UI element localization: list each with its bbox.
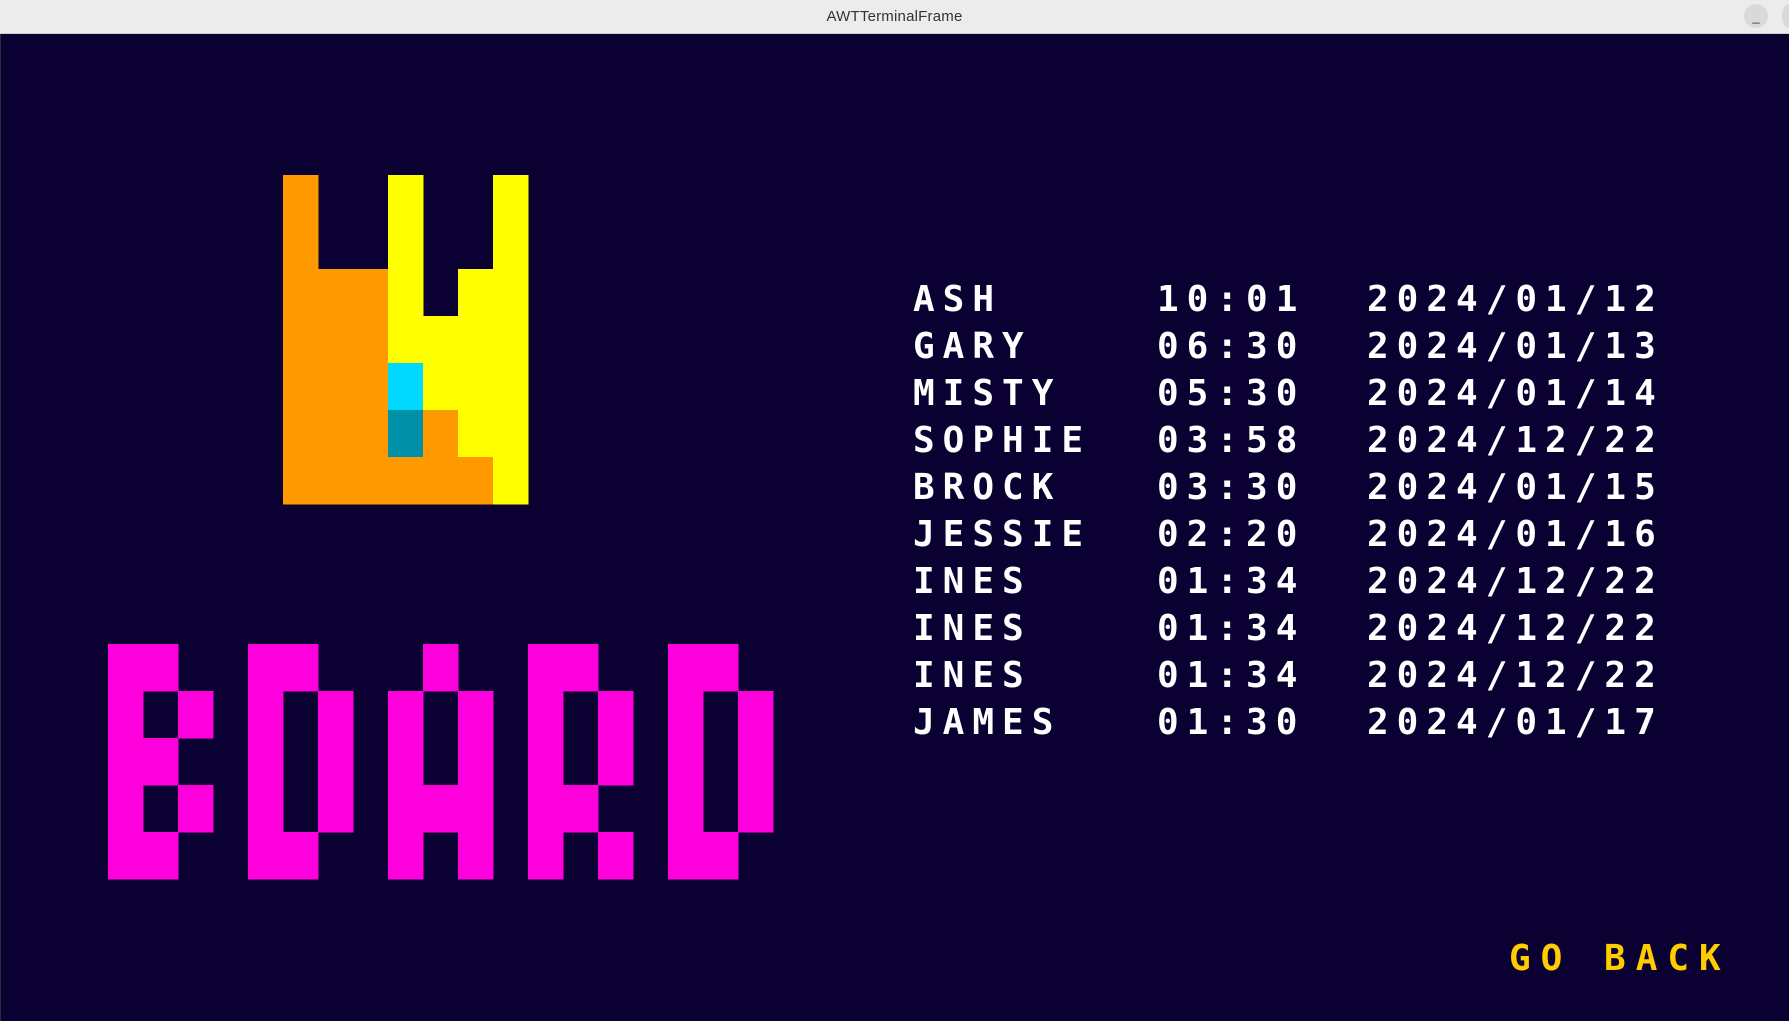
score-time: 01:34 — [1157, 655, 1306, 696]
player-name: SOPHIE — [913, 420, 1092, 461]
board-letter-pixel — [598, 738, 634, 786]
score-row: MISTY 05:30 2024/01/14 — [913, 370, 1727, 417]
board-letter-pixel — [108, 785, 144, 833]
window-title: AWTTerminalFrame — [826, 8, 963, 25]
board-letter-pixel — [703, 832, 739, 880]
board-letter-pixel — [388, 832, 424, 880]
board-letter-pixel — [143, 644, 179, 692]
board-letter-pixel — [738, 691, 774, 739]
score-row: SOPHIE 03:58 2024/12/22 — [913, 417, 1727, 464]
board-letter-pixel — [178, 691, 214, 739]
board-letter-pixel — [528, 738, 564, 786]
score-row: INES 01:34 2024/12/22 — [913, 605, 1727, 652]
board-letter-pixel — [668, 691, 704, 739]
maximize-button[interactable] — [1782, 4, 1789, 28]
board-letter-pixel — [248, 738, 284, 786]
player-name: INES — [913, 608, 1032, 649]
go-back-button[interactable]: GO BACK — [1509, 938, 1731, 979]
score-time: 03:30 — [1157, 467, 1306, 508]
player-name: MISTY — [913, 373, 1062, 414]
board-letter-pixel — [458, 785, 494, 833]
score-time: 01:34 — [1157, 561, 1306, 602]
player-name: INES — [913, 655, 1032, 696]
board-letter-pixel — [283, 832, 319, 880]
board-letter-pixel — [248, 785, 284, 833]
board-letter-pixel — [178, 785, 214, 833]
board-letter-pixel — [423, 644, 459, 692]
board-letter-pixel — [528, 644, 564, 692]
board-letter-pixel — [668, 785, 704, 833]
board-letter-pixel — [108, 832, 144, 880]
score-row: BROCK 03:30 2024/01/15 — [913, 464, 1727, 511]
score-time: 10:01 — [1157, 279, 1306, 320]
board-letter-pixel — [528, 691, 564, 739]
board-letter-pixel — [248, 691, 284, 739]
board-letter-pixel — [668, 644, 704, 692]
player-name: JAMES — [913, 702, 1062, 743]
score-time: 06:30 — [1157, 326, 1306, 367]
board-letter-pixel — [668, 832, 704, 880]
score-time: 01:30 — [1157, 702, 1306, 743]
score-date: 2024/01/13 — [1367, 326, 1664, 367]
board-letter-pixel — [738, 738, 774, 786]
score-date: 2024/12/22 — [1367, 608, 1664, 649]
board-letter-pixel — [598, 832, 634, 880]
player-name: BROCK — [913, 467, 1062, 508]
board-letter-pixel — [108, 644, 144, 692]
board-letter-pixel — [248, 832, 284, 880]
score-time: 05:30 — [1157, 373, 1306, 414]
board-letter-pixel — [458, 738, 494, 786]
player-name: INES — [913, 561, 1032, 602]
score-time: 02:20 — [1157, 514, 1306, 555]
score-row: GARY 06:30 2024/01/13 — [913, 323, 1727, 370]
player-name: GARY — [913, 326, 1032, 367]
minimize-button[interactable]: _ — [1744, 4, 1768, 28]
board-letter-pixel — [458, 832, 494, 880]
score-row: JAMES 01:30 2024/01/17 — [913, 699, 1727, 746]
score-date: 2024/12/22 — [1367, 420, 1664, 461]
score-date: 2024/01/14 — [1367, 373, 1664, 414]
board-letter-pixel — [318, 691, 354, 739]
board-letter-pixel — [143, 738, 179, 786]
score-row: JESSIE 02:20 2024/01/16 — [913, 511, 1727, 558]
board-letter-pixel — [703, 644, 739, 692]
board-letter-pixel — [318, 738, 354, 786]
score-row: INES 01:34 2024/12/22 — [913, 558, 1727, 605]
minimize-icon: _ — [1752, 8, 1760, 24]
score-date: 2024/12/22 — [1367, 561, 1664, 602]
score-date: 2024/01/12 — [1367, 279, 1664, 320]
board-letter-pixel — [108, 738, 144, 786]
board-letter-pixel — [528, 785, 564, 833]
player-name: ASH — [913, 279, 1003, 320]
board-letter-pixel — [668, 738, 704, 786]
player-name: JESSIE — [913, 514, 1092, 555]
board-letter-pixel — [458, 691, 494, 739]
board-letter-pixel — [143, 832, 179, 880]
board-letter-pixel — [283, 644, 319, 692]
board-letter-pixel — [248, 644, 284, 692]
title-bar: AWTTerminalFrame _ — [0, 0, 1789, 34]
board-letter-pixel — [108, 691, 144, 739]
score-time: 01:34 — [1157, 608, 1306, 649]
score-row: ASH 10:01 2024/01/12 — [913, 276, 1727, 323]
board-letter-pixel — [388, 691, 424, 739]
score-time: 03:58 — [1157, 420, 1306, 461]
board-letter-pixel — [388, 785, 424, 833]
board-letter-pixel — [563, 785, 599, 833]
board-letter-pixel — [423, 785, 459, 833]
board-letter-pixel — [318, 785, 354, 833]
board-letter-pixel — [598, 691, 634, 739]
terminal-screen: ASH 10:01 2024/01/12 GARY 06:30 2024/01/13 MIS… — [0, 34, 1789, 1021]
board-letter-pixel — [388, 738, 424, 786]
board-letter-pixel — [738, 785, 774, 833]
score-date: 2024/01/17 — [1367, 702, 1664, 743]
score-date: 2024/01/15 — [1367, 467, 1664, 508]
board-letter-pixel — [563, 644, 599, 692]
board-letter-pixel — [528, 832, 564, 880]
score-date: 2024/12/22 — [1367, 655, 1664, 696]
scoreboard-table: ASH 10:01 2024/01/12 GARY 06:30 2024/01/13 MIS… — [913, 276, 1727, 746]
score-date: 2024/01/16 — [1367, 514, 1664, 555]
score-row: INES 01:34 2024/12/22 — [913, 652, 1727, 699]
